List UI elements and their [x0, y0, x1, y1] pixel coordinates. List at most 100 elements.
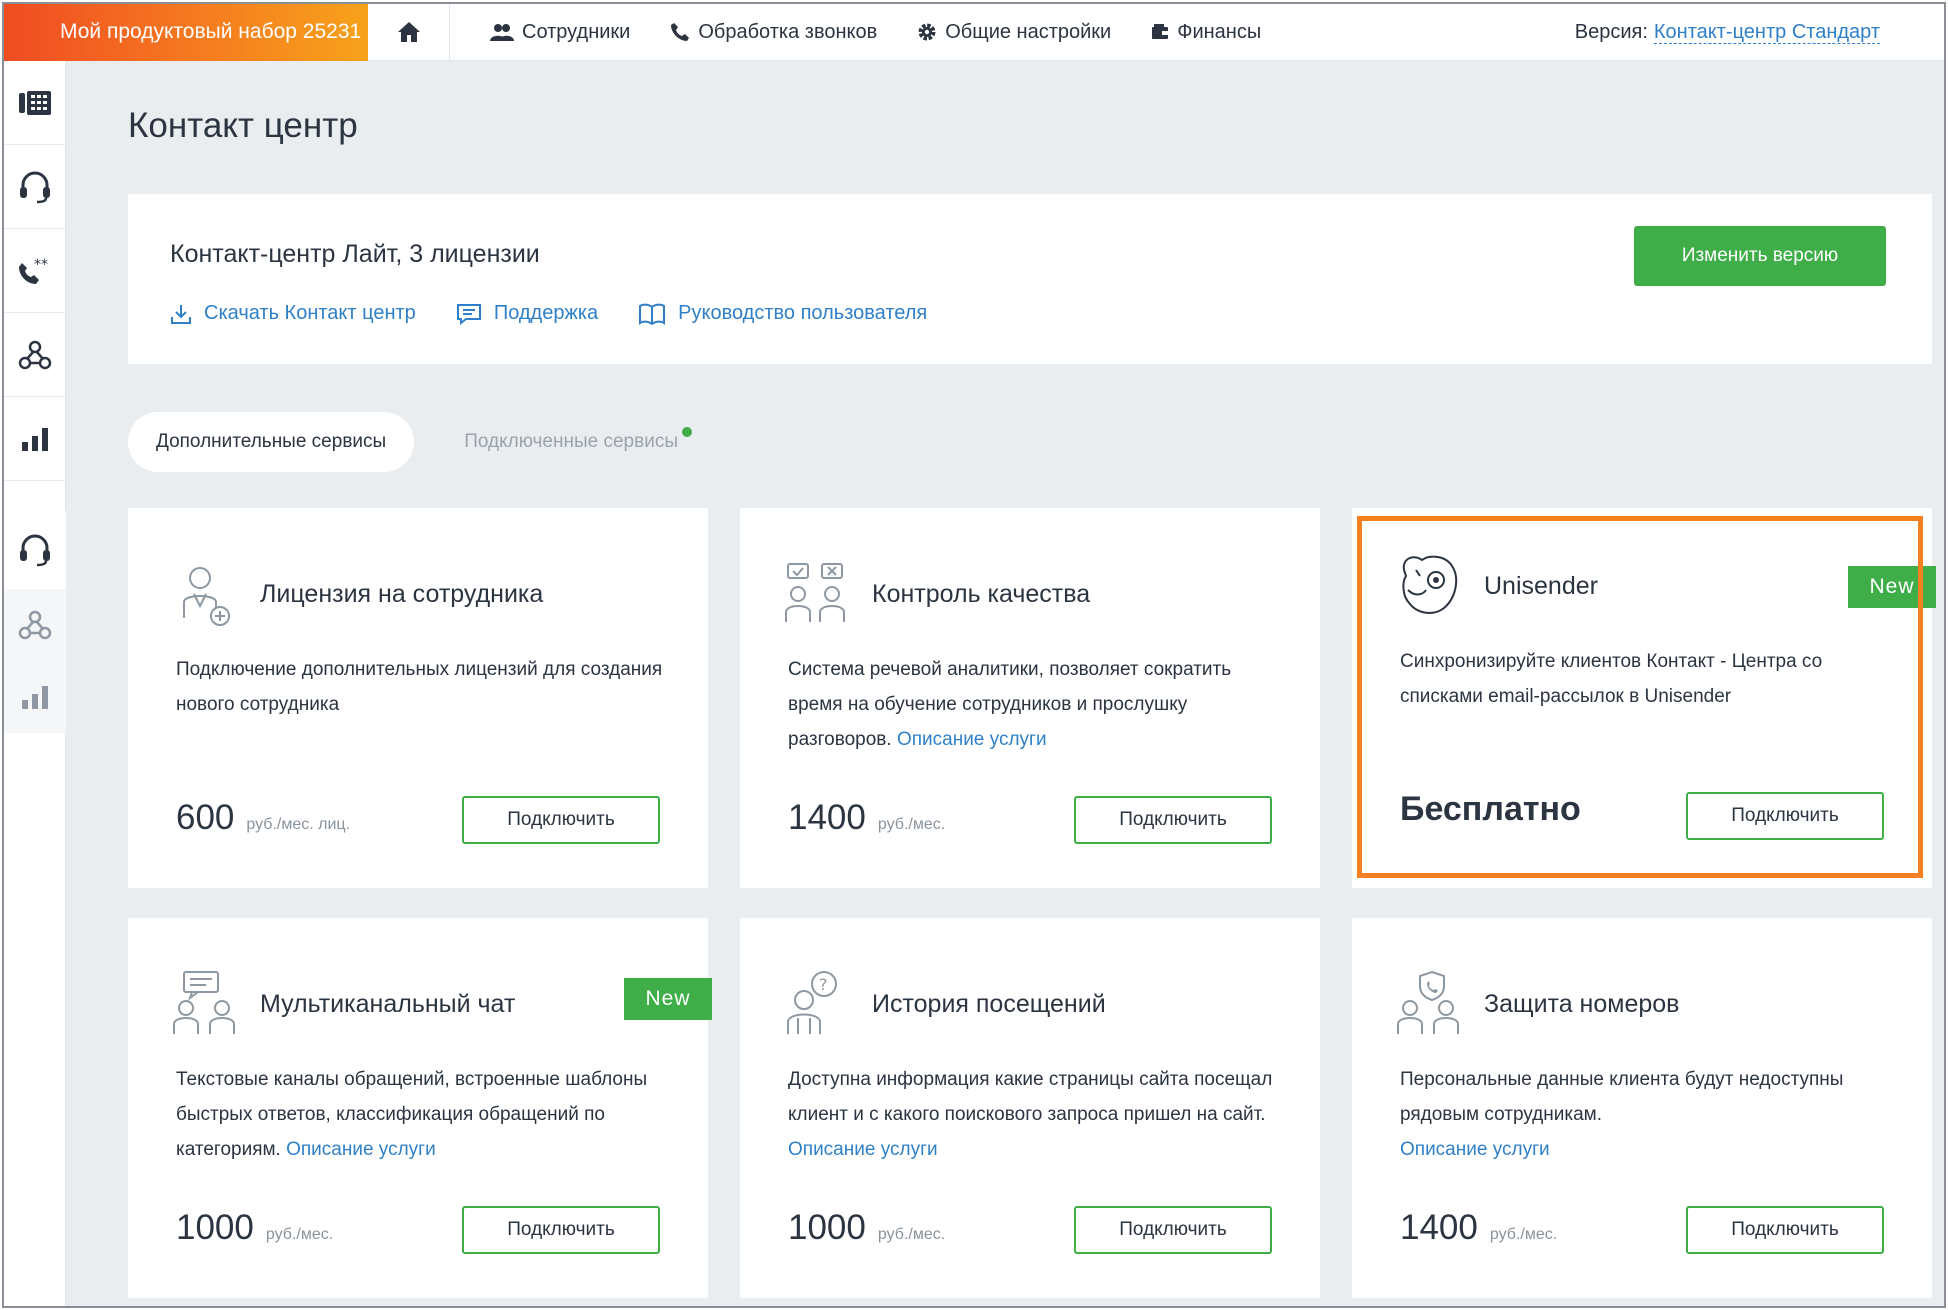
app-window: Мой продуктовый набор 25231 Сотрудники О…	[2, 2, 1946, 1308]
service-card-multichannel-chat: Мультиканальный чат New Текстовые каналы…	[128, 918, 712, 1298]
sidebar-item-analytics-secondary[interactable]	[4, 661, 66, 733]
download-link-label: Скачать Контакт центр	[204, 302, 416, 324]
tab-connected-services[interactable]: Подключенные сервисы	[464, 427, 692, 453]
home-button[interactable]	[368, 4, 450, 61]
service-description-text: Синхронизируйте клиентов Контакт - Центр…	[1400, 651, 1823, 707]
license-card: Контакт-центр Лайт, 3 лицензии Скачать К…	[128, 194, 1932, 364]
sidebar-item-headset[interactable]	[4, 145, 66, 229]
headset-icon	[20, 171, 50, 203]
sidebar-item-headset-secondary[interactable]	[4, 511, 66, 589]
service-title: Unisender	[1484, 572, 1598, 600]
nav-general-settings[interactable]: Общие настройки	[917, 21, 1111, 44]
quality-control-icon	[785, 563, 845, 622]
service-card-visit-history: ? История посещений Доступна информация …	[740, 918, 1320, 1298]
sidebar-item-call-rating[interactable]: **	[4, 229, 66, 313]
webhook-icon	[18, 340, 52, 369]
support-link[interactable]: Поддержка	[456, 302, 598, 325]
nav-employees-label: Сотрудники	[522, 20, 631, 43]
service-card-unisender: Unisender New Синхронизируйте клиентов К…	[1352, 508, 1936, 888]
price-unit: руб./мес.	[1489, 1226, 1558, 1243]
price-unit: руб./мес.	[265, 1226, 334, 1243]
service-price: 1400 руб./мес.	[1400, 1208, 1557, 1248]
price-value: 600	[176, 798, 235, 837]
service-price: 1000 руб./мес.	[176, 1208, 333, 1248]
support-link-label: Поддержка	[493, 302, 599, 324]
users-icon	[490, 24, 514, 41]
sidebar-item-integrations[interactable]	[4, 313, 66, 397]
service-price: 600 руб./мес. лиц.	[176, 798, 350, 838]
sidebar-item-integrations-secondary[interactable]	[4, 589, 66, 661]
service-description: Доступна информация какие страницы сайта…	[788, 1062, 1288, 1167]
connect-button[interactable]: Подключить	[462, 796, 660, 844]
phone-icon	[671, 23, 690, 41]
price-value: 1400	[788, 798, 866, 837]
price-unit: руб./мес.	[877, 1226, 946, 1243]
service-card-number-protection: Защита номеров Персональные данные клиен…	[1352, 918, 1932, 1298]
home-icon	[397, 22, 420, 42]
nav-call-processing-label: Обработка звонков	[698, 20, 878, 43]
service-title: История посещений	[872, 990, 1106, 1018]
headset-icon	[20, 534, 50, 567]
page-title: Контакт центр	[128, 106, 358, 145]
service-details-link[interactable]: Описание услуги	[286, 1139, 436, 1160]
service-title: Лицензия на сотрудника	[260, 580, 544, 608]
connect-button[interactable]: Подключить	[462, 1206, 660, 1254]
book-icon	[639, 303, 666, 325]
unisender-logo-icon	[1402, 555, 1458, 614]
tab-additional-services[interactable]: Дополнительные сервисы	[128, 412, 415, 472]
service-description: Система речевой аналитики, позволяет сок…	[788, 652, 1288, 757]
service-description: Текстовые каналы обращений, встроенные ш…	[176, 1062, 676, 1167]
price-unit: руб./мес.	[877, 816, 946, 833]
connect-button[interactable]: Подключить	[1074, 796, 1272, 844]
service-description: Подключение дополнительных лицензий для …	[176, 652, 676, 722]
user-guide-link-label: Руководство пользователя	[678, 302, 928, 324]
service-price: 1400 руб./мес.	[788, 798, 945, 838]
service-tabs: Дополнительные сервисы Подключенные серв…	[128, 412, 692, 472]
download-link[interactable]: Скачать Контакт центр	[170, 302, 416, 325]
visit-history-icon: ?	[787, 971, 837, 1034]
sidebar-item-call-center[interactable]	[4, 61, 66, 145]
nav-employees[interactable]: Сотрудники	[490, 21, 630, 44]
multichannel-chat-icon	[173, 971, 235, 1034]
user-add-icon	[183, 567, 230, 626]
nav-finance-label: Финансы	[1177, 20, 1262, 43]
wallet-icon	[1152, 24, 1169, 39]
nav-call-processing[interactable]: Обработка звонков	[670, 21, 877, 44]
bar-chart-icon	[22, 686, 48, 709]
service-price: Бесплатно	[1400, 790, 1581, 829]
price-value: 1000	[176, 1208, 254, 1247]
connect-button[interactable]: Подключить	[1686, 1206, 1884, 1254]
new-badge: New	[1848, 566, 1936, 608]
tab-connected-services-label: Подключенные сервисы	[464, 431, 678, 452]
service-description: Синхронизируйте клиентов Контакт - Центр…	[1400, 644, 1900, 714]
service-details-link[interactable]: Описание услуги	[897, 729, 1047, 750]
product-selector[interactable]: Мой продуктовый набор 25231	[4, 4, 368, 61]
version-link[interactable]: Контакт-центр Стандарт	[1653, 21, 1880, 44]
service-description: Персональные данные клиента будут недост…	[1400, 1062, 1900, 1167]
gear-icon	[918, 23, 936, 41]
service-title: Защита номеров	[1484, 990, 1680, 1018]
license-title: Контакт-центр Лайт, 3 лицензии	[170, 240, 540, 268]
service-details-link[interactable]: Описание услуги	[1400, 1139, 1550, 1160]
price-unit: руб./мес. лиц.	[246, 816, 351, 833]
connect-button[interactable]: Подключить	[1686, 792, 1884, 840]
service-card-quality-control: Контроль качества Система речевой аналит…	[740, 508, 1320, 888]
number-protection-icon	[1397, 970, 1459, 1034]
change-version-button[interactable]: Изменить версию	[1634, 226, 1886, 286]
service-description-text: Доступна информация какие страницы сайта…	[788, 1069, 1273, 1125]
nav-general-settings-label: Общие настройки	[945, 20, 1112, 43]
service-details-link[interactable]: Описание услуги	[788, 1139, 938, 1160]
service-card-employee-license: Лицензия на сотрудника Подключение допол…	[128, 508, 708, 888]
service-description-text: Персональные данные клиента будут недост…	[1400, 1069, 1844, 1125]
chat-icon	[456, 303, 481, 325]
nav-finance[interactable]: Финансы	[1151, 21, 1261, 44]
new-badge: New	[624, 978, 712, 1020]
phone-stars-icon: **	[19, 257, 48, 284]
user-guide-link[interactable]: Руководство пользователя	[638, 302, 927, 325]
svg-text:?: ?	[819, 975, 828, 994]
connect-button[interactable]: Подключить	[1074, 1206, 1272, 1254]
price-value: Бесплатно	[1400, 790, 1581, 828]
sidebar-item-analytics[interactable]	[4, 397, 66, 481]
price-value: 1400	[1400, 1208, 1478, 1247]
